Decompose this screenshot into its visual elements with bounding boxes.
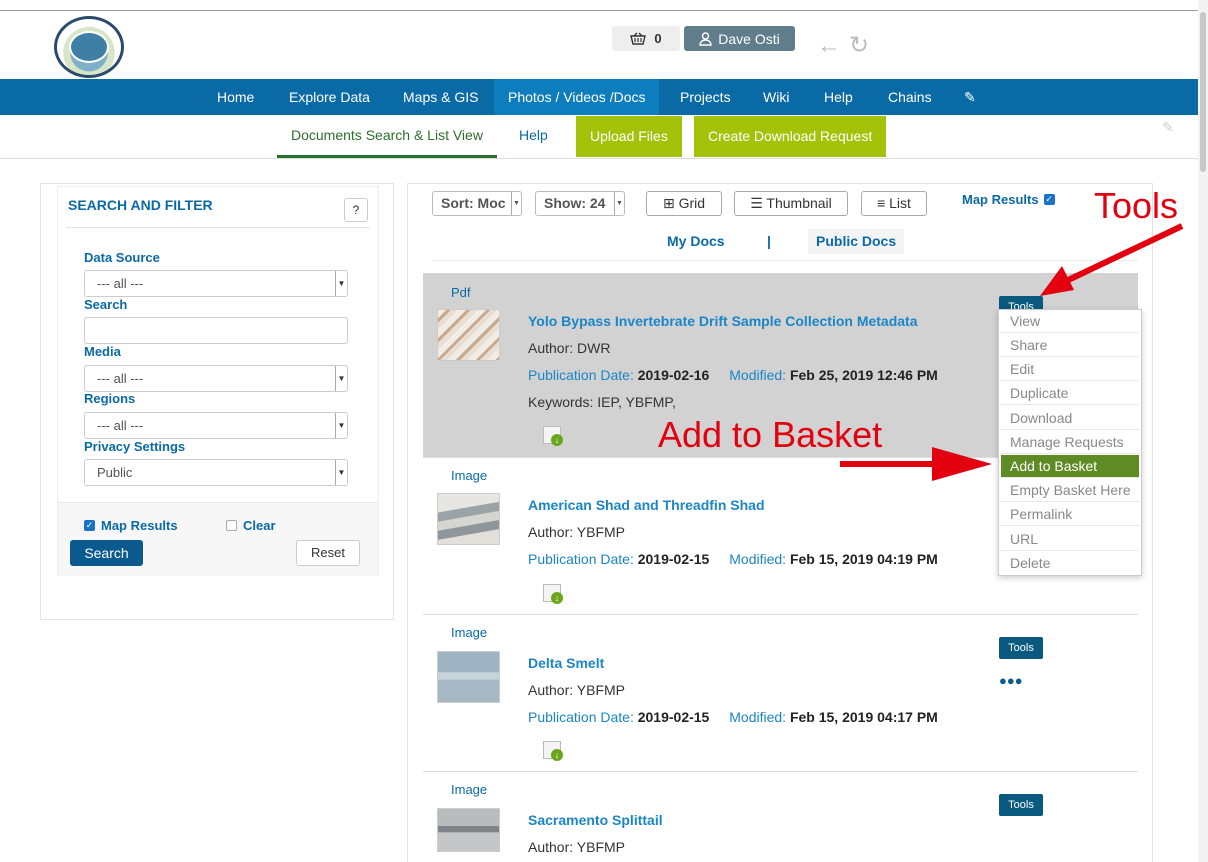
annotation-arrow-tools <box>1062 223 1184 285</box>
annotation-arrowhead-tools <box>1040 266 1074 296</box>
annotation-arrows <box>840 223 1184 481</box>
annotation-arrowhead-basket <box>932 447 992 481</box>
